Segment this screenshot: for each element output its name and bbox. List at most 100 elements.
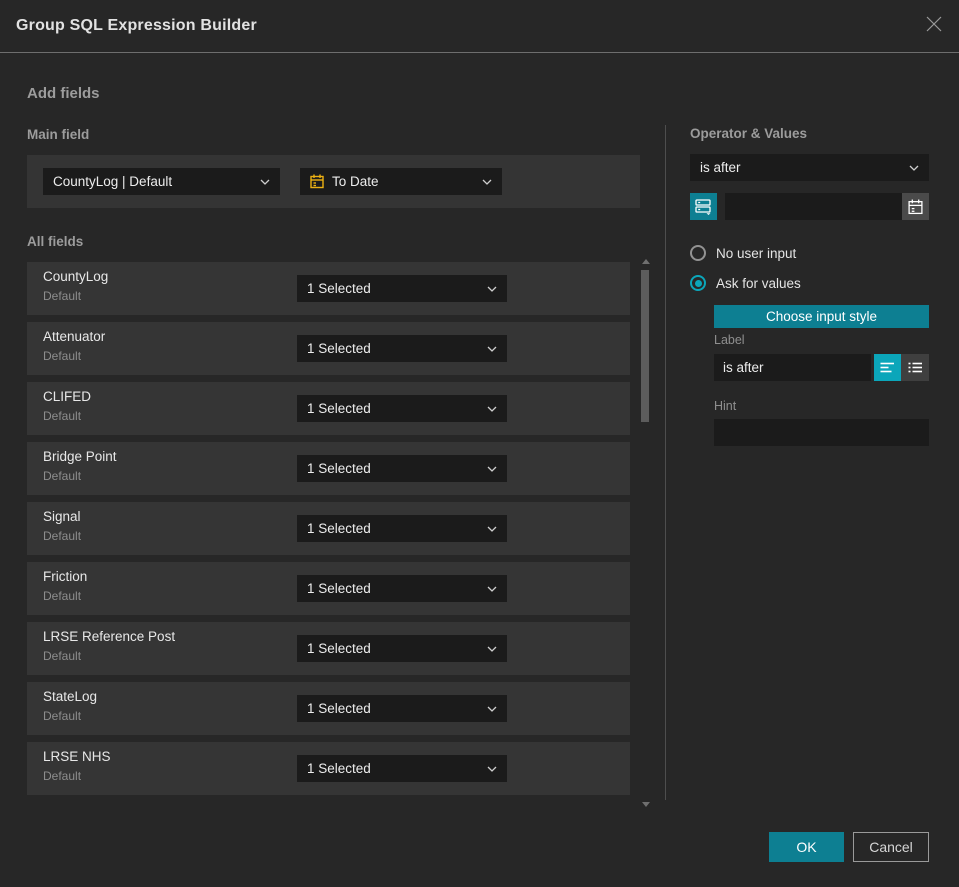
radio-circle-icon	[690, 245, 706, 261]
field-subtitle: Default	[43, 649, 82, 663]
date-picker-button[interactable]	[902, 193, 929, 220]
main-field-select[interactable]: CountyLog | Default	[43, 168, 280, 195]
field-selected-dropdown[interactable]: 1 Selected	[297, 335, 507, 362]
field-selected-dropdown-label: 1 Selected	[307, 521, 371, 536]
field-row: CountyLog Default 1 Selected	[27, 262, 630, 315]
field-name: Attenuator	[43, 329, 106, 344]
field-selected-dropdown-label: 1 Selected	[307, 701, 371, 716]
field-subtitle: Default	[43, 469, 82, 483]
field-subtitle: Default	[43, 409, 82, 423]
add-fields-heading: Add fields	[27, 85, 100, 102]
field-selected-dropdown[interactable]: 1 Selected	[297, 755, 507, 782]
bullet-list-style-button[interactable]	[901, 354, 929, 381]
field-subtitle: Default	[43, 529, 82, 543]
title-bar: Group SQL Expression Builder	[0, 0, 959, 52]
scrollbar-thumb[interactable]	[641, 270, 649, 422]
field-selected-dropdown-label: 1 Selected	[307, 461, 371, 476]
cancel-button[interactable]: Cancel	[853, 832, 929, 862]
field-row: LRSE NHS Default 1 Selected	[27, 742, 630, 795]
bullet-list-icon	[908, 362, 923, 373]
field-name: CLIFED	[43, 389, 92, 404]
main-field-select-value: CountyLog | Default	[53, 174, 173, 189]
field-selected-dropdown-label: 1 Selected	[307, 761, 371, 776]
align-left-style-button[interactable]	[874, 354, 901, 381]
scrollbar-up-icon[interactable]	[642, 259, 650, 264]
operator-select[interactable]: is after	[690, 154, 929, 181]
field-name: Signal	[43, 509, 81, 524]
hint-field-label: Hint	[714, 399, 737, 413]
stacked-values-button[interactable]	[690, 193, 717, 220]
field-subtitle: Default	[43, 289, 82, 303]
chevron-down-icon	[482, 179, 492, 185]
field-selected-dropdown[interactable]: 1 Selected	[297, 395, 507, 422]
field-subtitle: Default	[43, 709, 82, 723]
chevron-down-icon	[487, 526, 497, 532]
field-name: LRSE NHS	[43, 749, 111, 764]
list-scrollbar[interactable]	[640, 257, 652, 809]
field-selected-dropdown-label: 1 Selected	[307, 401, 371, 416]
radio-no-user-input[interactable]: No user input	[690, 245, 796, 261]
chevron-down-icon	[487, 466, 497, 472]
field-selected-dropdown[interactable]: 1 Selected	[297, 275, 507, 302]
field-row: StateLog Default 1 Selected	[27, 682, 630, 735]
field-subtitle: Default	[43, 769, 82, 783]
all-fields-list: CountyLog Default 1 Selected Attenuator …	[27, 262, 630, 802]
field-subtitle: Default	[43, 589, 82, 603]
operator-values-heading: Operator & Values	[690, 126, 808, 141]
all-fields-heading: All fields	[27, 234, 84, 249]
main-date-select-value: To Date	[332, 174, 379, 189]
field-row: LRSE Reference Post Default 1 Selected	[27, 622, 630, 675]
field-selected-dropdown[interactable]: 1 Selected	[297, 695, 507, 722]
chevron-down-icon	[260, 179, 270, 185]
chevron-down-icon	[487, 766, 497, 772]
chevron-down-icon	[487, 346, 497, 352]
field-subtitle: Default	[43, 349, 82, 363]
vertical-divider	[665, 125, 666, 800]
field-name: LRSE Reference Post	[43, 629, 176, 644]
field-selected-dropdown[interactable]: 1 Selected	[297, 515, 507, 542]
field-selected-dropdown-label: 1 Selected	[307, 641, 371, 656]
field-selected-dropdown-label: 1 Selected	[307, 281, 371, 296]
chevron-down-icon	[487, 646, 497, 652]
field-row: Signal Default 1 Selected	[27, 502, 630, 555]
chevron-down-icon	[487, 406, 497, 412]
chevron-down-icon	[487, 706, 497, 712]
field-selected-dropdown[interactable]: 1 Selected	[297, 635, 507, 662]
field-row: Attenuator Default 1 Selected	[27, 322, 630, 375]
field-row: CLIFED Default 1 Selected	[27, 382, 630, 435]
field-selected-dropdown[interactable]: 1 Selected	[297, 575, 507, 602]
calendar-icon	[908, 199, 923, 215]
close-button[interactable]	[921, 13, 947, 39]
chevron-down-icon	[487, 286, 497, 292]
field-name: Friction	[43, 569, 88, 584]
radio-circle-selected-icon	[690, 275, 706, 291]
radio-ask-for-values[interactable]: Ask for values	[690, 275, 801, 291]
choose-input-style-button[interactable]: Choose input style	[714, 305, 929, 328]
field-selected-dropdown-label: 1 Selected	[307, 341, 371, 356]
field-row: Friction Default 1 Selected	[27, 562, 630, 615]
field-name: Bridge Point	[43, 449, 117, 464]
ok-button[interactable]: OK	[769, 832, 844, 862]
chevron-down-icon	[487, 586, 497, 592]
field-selected-dropdown-label: 1 Selected	[307, 581, 371, 596]
scrollbar-down-icon[interactable]	[642, 802, 650, 807]
radio-ask-for-values-label: Ask for values	[716, 275, 801, 291]
dialog-title: Group SQL Expression Builder	[16, 17, 257, 34]
align-left-icon	[880, 362, 895, 373]
chevron-down-icon	[909, 165, 919, 171]
operator-select-value: is after	[700, 160, 741, 175]
label-input[interactable]	[714, 354, 871, 381]
value-input[interactable]	[725, 193, 902, 220]
main-field-heading: Main field	[27, 127, 90, 142]
stacked-values-icon	[695, 198, 712, 215]
radio-no-user-input-label: No user input	[716, 245, 797, 261]
field-row: Bridge Point Default 1 Selected	[27, 442, 630, 495]
hint-input[interactable]	[714, 419, 929, 446]
main-date-select[interactable]: To Date	[300, 168, 502, 195]
label-field-label: Label	[714, 333, 745, 347]
field-name: StateLog	[43, 689, 98, 704]
title-divider	[0, 52, 959, 53]
calendar-icon	[310, 174, 324, 189]
field-name: CountyLog	[43, 269, 109, 284]
field-selected-dropdown[interactable]: 1 Selected	[297, 455, 507, 482]
